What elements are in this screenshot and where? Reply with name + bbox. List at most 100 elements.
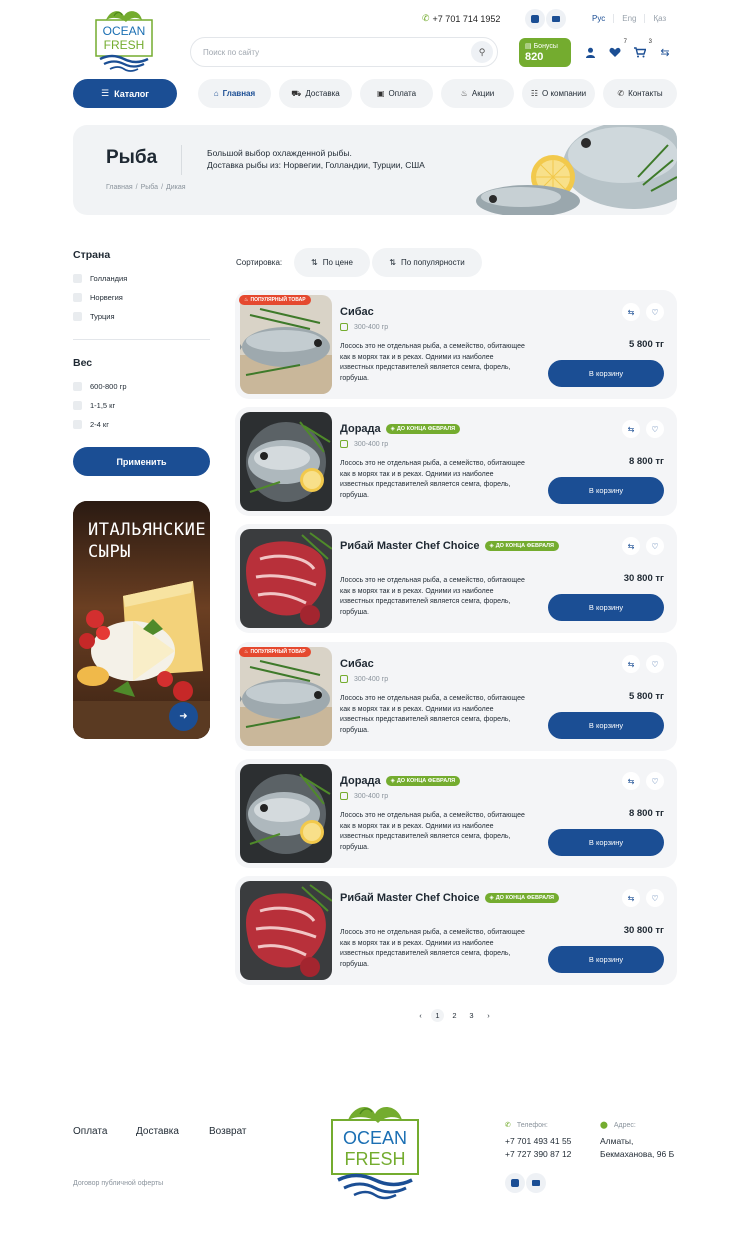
product-image[interactable] (240, 647, 332, 746)
footer-link-return[interactable]: Возврат (209, 1126, 247, 1137)
heart-icon[interactable]: ♡ (646, 420, 664, 438)
filter-country-netherlands[interactable]: Голландия (73, 274, 127, 283)
add-to-cart-button[interactable]: В корзину (548, 712, 664, 739)
heart-icon[interactable]: ♡ (646, 889, 664, 907)
nav-about[interactable]: ☷ О компании (522, 79, 595, 108)
sort-by-popularity[interactable]: ⇅ По популярности (372, 248, 482, 277)
search-icon[interactable]: ⚲ (471, 41, 493, 63)
checkbox[interactable] (73, 420, 82, 429)
product-card[interactable]: ♨ ПОПУЛЯРНЫЙ ТОВАР Сибас 300-400 гр Лосось э… (235, 290, 677, 399)
instagram-icon[interactable] (525, 9, 545, 29)
product-title[interactable]: Дорада (340, 423, 381, 435)
logo[interactable]: OCEAN FRESH (92, 6, 156, 72)
page-2[interactable]: 2 (448, 1009, 461, 1022)
nav-promotions[interactable]: ♨ Акции (441, 79, 514, 108)
compare-icon[interactable]: ⇆ (657, 44, 673, 60)
lang-en[interactable]: Eng (613, 14, 644, 23)
product-title[interactable]: Рибай Master Chef Choice (340, 892, 480, 904)
footer-link-delivery[interactable]: Доставка (136, 1126, 179, 1137)
footer-instagram-icon[interactable] (505, 1173, 525, 1193)
checkbox[interactable] (73, 401, 82, 410)
checkbox[interactable] (73, 312, 82, 321)
filter-weight-1-1.5[interactable]: 1-1,5 кг (73, 401, 115, 410)
compare-icon[interactable]: ⇆ (622, 537, 640, 555)
breadcrumb-home[interactable]: Главная (106, 184, 133, 191)
youtube-icon[interactable] (546, 9, 566, 29)
sort-by-price[interactable]: ⇅ По цене (294, 248, 370, 277)
product-image[interactable] (240, 764, 332, 863)
product-image[interactable] (240, 412, 332, 511)
nav-home[interactable]: ⌂ Главная (198, 79, 271, 108)
add-to-cart-button[interactable]: В корзину (548, 946, 664, 973)
bonus-badge[interactable]: ▤ Бонусы 820 (519, 38, 571, 67)
add-to-cart-button[interactable]: В корзину (548, 360, 664, 387)
product-title[interactable]: Сибас (340, 306, 374, 318)
footer-phone-2[interactable]: +7 727 390 87 12 (505, 1148, 571, 1161)
tag-icon: ◈ (390, 426, 395, 432)
compare-icon[interactable]: ⇆ (622, 303, 640, 321)
add-to-cart-button[interactable]: В корзину (548, 594, 664, 621)
product-card[interactable]: Дорада ◈ ДО КОНЦА ФЕВРАЛЯ 300-400 гр Лосось … (235, 407, 677, 516)
nav-contacts[interactable]: ✆ Контакты (603, 79, 677, 108)
product-card[interactable]: ♨ ПОПУЛЯРНЫЙ ТОВАР Сибас 300-400 гр Лосось э… (235, 642, 677, 751)
footer-offer-link[interactable]: Договор публичной оферты (73, 1180, 163, 1187)
footer-link-payment[interactable]: Оплата (73, 1126, 107, 1137)
weight-icon (340, 323, 348, 331)
product-price: 5 800 тг (628, 339, 664, 350)
lang-kz[interactable]: Қаз (644, 14, 674, 23)
product-name[interactable]: Рибай Master Chef Choice ◈ ДО КОНЦА ФЕВРАЛ… (340, 892, 559, 904)
checkbox[interactable] (73, 293, 82, 302)
add-to-cart-button[interactable]: В корзину (548, 477, 664, 504)
search-input[interactable] (203, 47, 471, 57)
product-name[interactable]: Сибас (340, 658, 374, 670)
page-1[interactable]: 1 (431, 1009, 444, 1022)
compare-icon[interactable]: ⇆ (622, 420, 640, 438)
header-phone[interactable]: ✆ +7 701 714 1952 (422, 13, 500, 24)
heart-icon[interactable]: ♡ (646, 537, 664, 555)
next-page-icon[interactable]: › (482, 1009, 495, 1022)
footer-youtube-icon[interactable] (526, 1173, 546, 1193)
compare-icon[interactable]: ⇆ (622, 655, 640, 673)
breadcrumb-fish[interactable]: Рыба (141, 184, 158, 191)
user-icon[interactable] (582, 44, 598, 60)
compare-icon[interactable]: ⇆ (622, 772, 640, 790)
lang-ru[interactable]: Рус (589, 14, 613, 23)
product-name[interactable]: Дорада ◈ ДО КОНЦА ФЕВРАЛЯ (340, 775, 461, 787)
footer-phone-1[interactable]: +7 701 493 41 55 (505, 1135, 571, 1148)
cart-icon[interactable]: 3 (632, 39, 652, 60)
filter-country-norway[interactable]: Норвегия (73, 293, 123, 302)
compare-icon[interactable]: ⇆ (622, 889, 640, 907)
favorites-icon[interactable]: 7 (607, 39, 627, 60)
about-icon: ☷ (530, 89, 539, 98)
apply-filters-button[interactable]: Применить (73, 447, 210, 476)
product-title[interactable]: Дорада (340, 775, 381, 787)
prev-page-icon[interactable]: ‹ (414, 1009, 427, 1022)
heart-icon[interactable]: ♡ (646, 303, 664, 321)
filter-country-turkey[interactable]: Турция (73, 312, 115, 321)
page-3[interactable]: 3 (465, 1009, 478, 1022)
product-name[interactable]: Дорада ◈ ДО КОНЦА ФЕВРАЛЯ (340, 423, 461, 435)
heart-icon[interactable]: ♡ (646, 655, 664, 673)
add-to-cart-button[interactable]: В корзину (548, 829, 664, 856)
footer-logo[interactable]: OCEAN FRESH (328, 1100, 422, 1200)
nav-payment[interactable]: ▣ Оплата (360, 79, 433, 108)
product-card[interactable]: Дорада ◈ ДО КОНЦА ФЕВРАЛЯ 300-400 гр Лосось … (235, 759, 677, 868)
checkbox[interactable] (73, 382, 82, 391)
heart-icon[interactable]: ♡ (646, 772, 664, 790)
product-image[interactable] (240, 881, 332, 980)
arrow-right-icon[interactable]: ➜ (169, 702, 198, 731)
product-name[interactable]: Рибай Master Chef Choice ◈ ДО КОНЦА ФЕВРАЛ… (340, 540, 559, 552)
product-card[interactable]: Рибай Master Chef Choice ◈ ДО КОНЦА ФЕВРАЛ… (235, 524, 677, 633)
product-card[interactable]: Рибай Master Chef Choice ◈ ДО КОНЦА ФЕВРАЛ… (235, 876, 677, 985)
product-image[interactable] (240, 529, 332, 628)
promo-banner[interactable]: ИТАЛЬЯНСКИЕ СЫРЫ ➜ (73, 501, 210, 739)
checkbox[interactable] (73, 274, 82, 283)
product-title[interactable]: Сибас (340, 658, 374, 670)
product-title[interactable]: Рибай Master Chef Choice (340, 540, 480, 552)
filter-weight-2-4[interactable]: 2-4 кг (73, 420, 109, 429)
nav-delivery[interactable]: ⛟ Доставка (279, 79, 352, 108)
product-name[interactable]: Сибас (340, 306, 374, 318)
product-image[interactable] (240, 295, 332, 394)
catalog-button[interactable]: ☰ Каталог (73, 79, 177, 108)
filter-weight-600-800[interactable]: 600-800 гр (73, 382, 127, 391)
